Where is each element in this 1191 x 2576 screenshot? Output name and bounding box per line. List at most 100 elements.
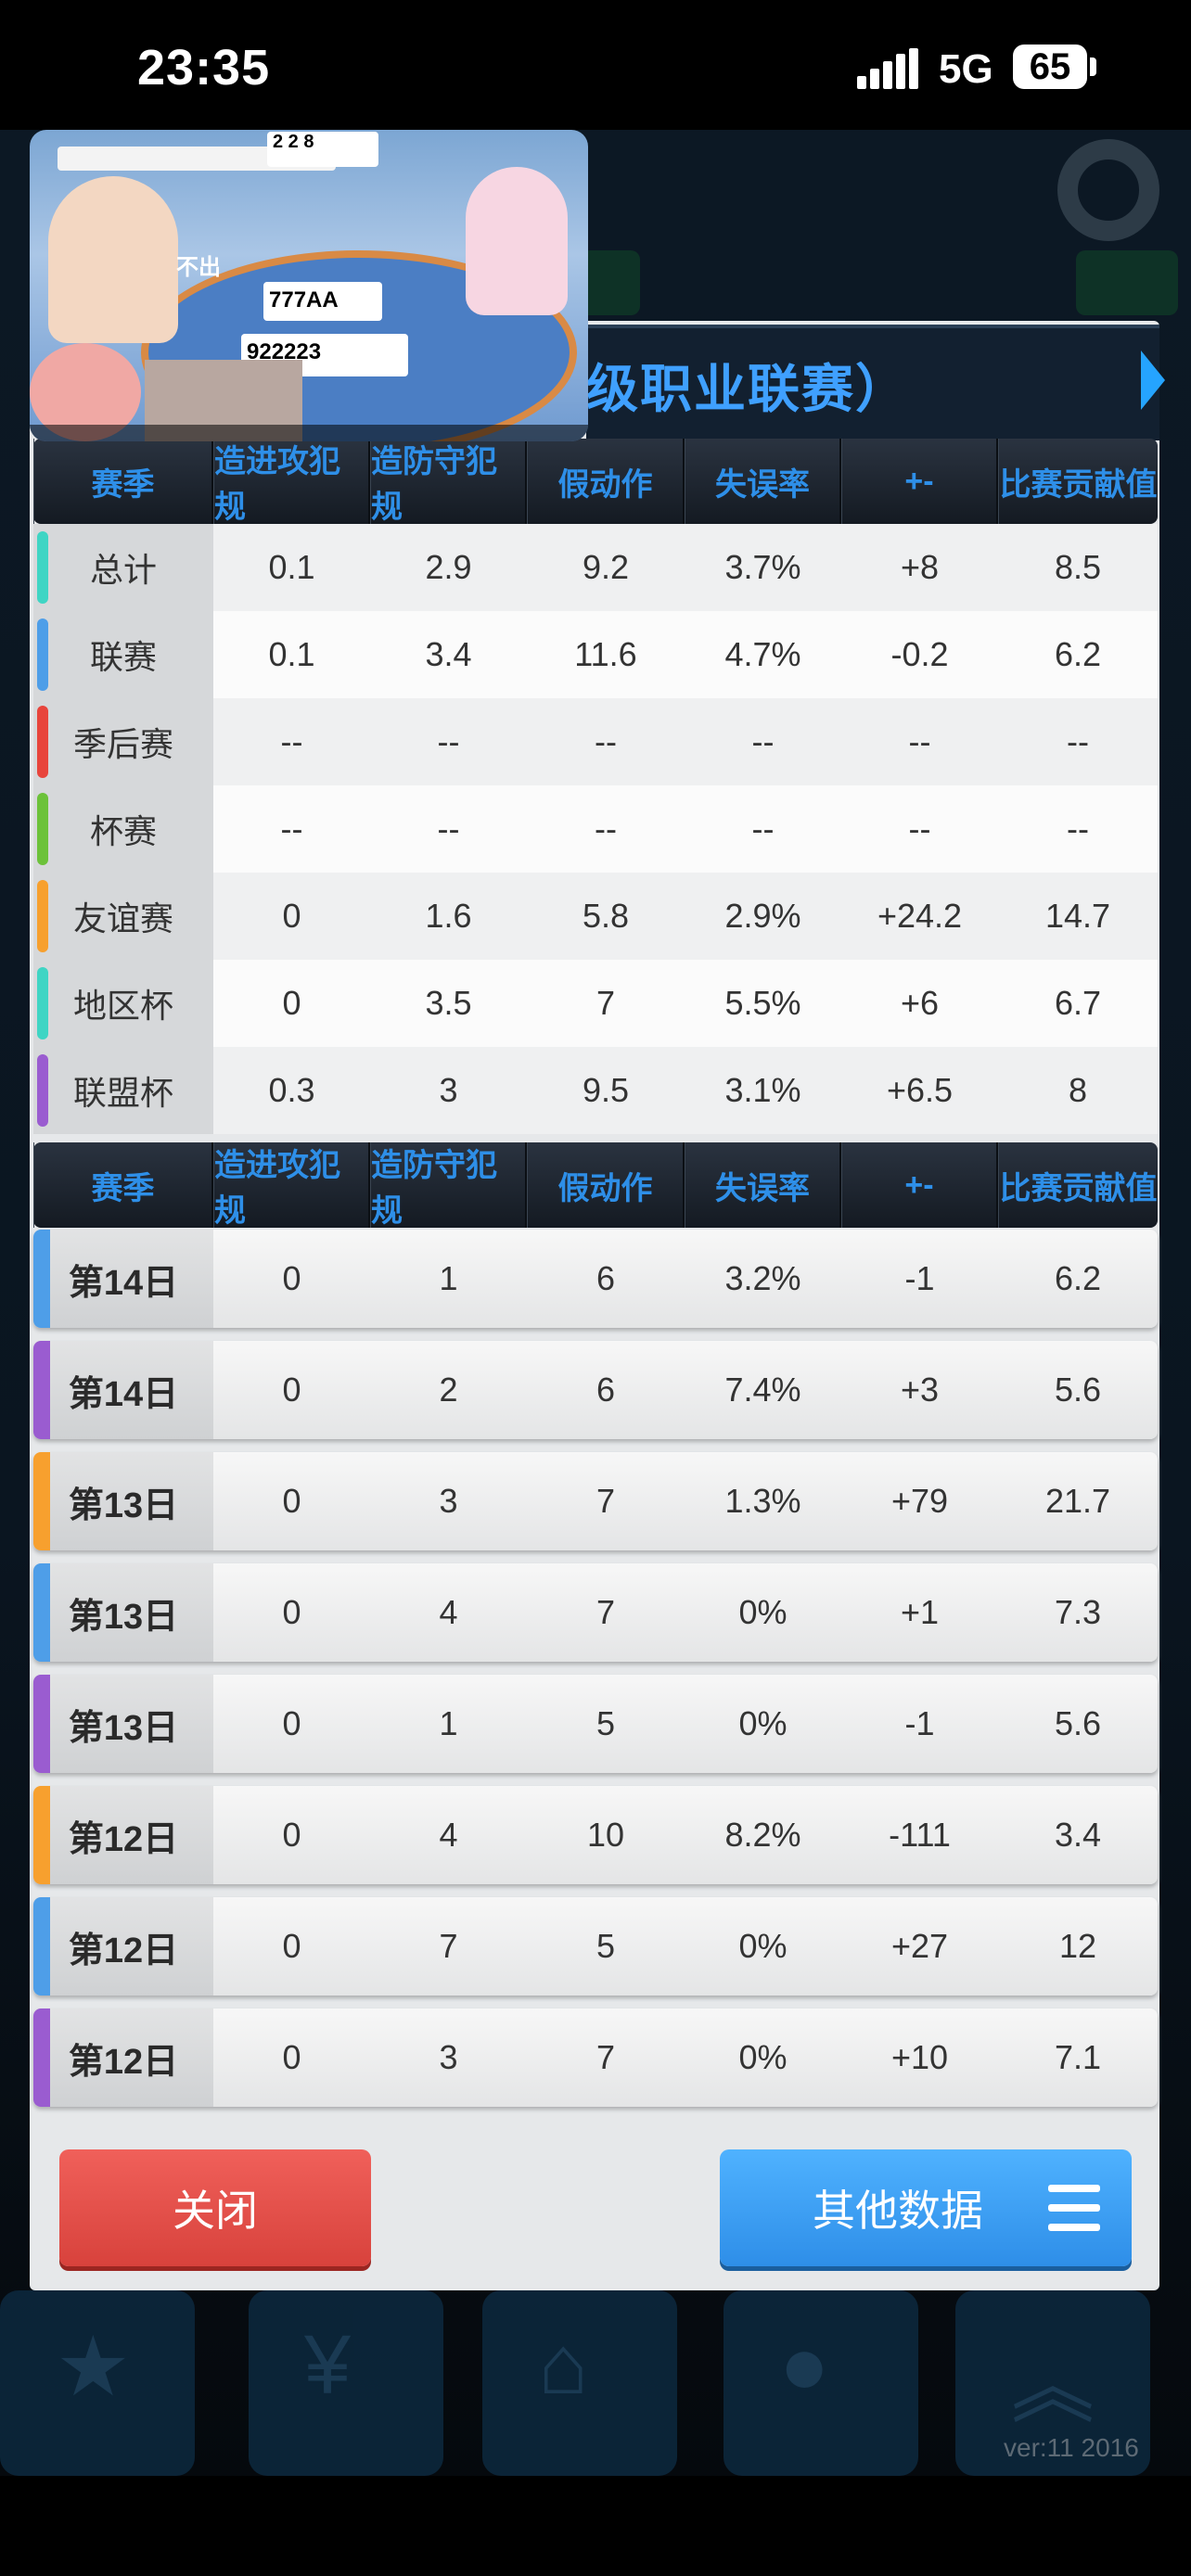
table-cell: 7: [439, 1927, 458, 1965]
table-cell: --: [841, 785, 998, 873]
category-color-bar: [33, 1230, 50, 1328]
row-label: 联盟杯: [33, 1047, 213, 1134]
table-cell: 0%: [738, 1593, 788, 1631]
games-table-header: 赛季 造进攻犯规 造防守犯规 假动作 失误率 +- 比赛贡献值: [33, 1142, 1158, 1229]
row-label-text: 联盟杯: [72, 1074, 173, 1112]
game-row[interactable]: 第12日 0 4 10 8.2% -111 3.4: [33, 1786, 1158, 1884]
table-cell: 4.7%: [685, 611, 841, 698]
table-cell: 5.5%: [685, 960, 841, 1047]
game-row[interactable]: 第13日 0 1 5 0% -1 5.6: [33, 1675, 1158, 1773]
column-header: 造进攻犯规: [213, 1142, 370, 1229]
table-cell: 3.4: [1054, 1816, 1102, 1854]
player-avatar-right: [466, 167, 568, 315]
category-color-bar: [37, 880, 48, 952]
summary-row: 友谊赛 0 1.6 5.8 2.9% +24.2 14.7: [33, 873, 1158, 960]
column-header: 假动作: [527, 1142, 685, 1228]
table-cell: 8.5: [998, 524, 1158, 611]
table-cell: 7: [527, 960, 685, 1047]
table-cell: 1.3%: [724, 1482, 801, 1520]
column-header: 比赛贡献值: [998, 439, 1158, 524]
table-cell: +24.2: [841, 873, 998, 960]
table-cell: 0.1: [213, 524, 370, 611]
table-cell: 6: [596, 1371, 616, 1409]
column-header: 失误率: [685, 439, 841, 524]
table-cell: 7: [596, 1593, 616, 1631]
table-cell: 2: [439, 1371, 458, 1409]
table-cell: 8.2%: [724, 1816, 801, 1854]
other-data-button[interactable]: 其他数据: [720, 2149, 1132, 2266]
table-cell: 10: [586, 1816, 625, 1854]
dealt-cards: 2 2 8: [267, 132, 378, 167]
row-label: 第13日: [33, 1675, 213, 1773]
table-cell: 9.2: [527, 524, 685, 611]
row-label: 第12日: [33, 1897, 213, 1996]
row-label: 杯赛: [33, 785, 213, 873]
row-label-text: 季后赛: [72, 725, 173, 763]
yen-icon: ¥: [249, 2290, 443, 2476]
category-color-bar: [33, 2009, 50, 2107]
game-row[interactable]: 第14日 0 2 6 7.4% +3 5.6: [33, 1341, 1158, 1439]
table-cell: 0: [282, 1816, 301, 1854]
table-cell: 0%: [738, 1927, 788, 1965]
cellular-signal-icon: [857, 48, 920, 89]
game-row[interactable]: 第12日 0 7 5 0% +27 12: [33, 1897, 1158, 1996]
column-header: +-: [841, 1142, 998, 1228]
category-color-bar: [37, 793, 48, 865]
table-cell: 0: [282, 1593, 301, 1631]
column-header: 失误率: [685, 1142, 841, 1228]
summary-row: 联盟杯 0.3 3 9.5 3.1% +6.5 8: [33, 1047, 1158, 1134]
table-cell: 3: [439, 1482, 458, 1520]
row-label: 地区杯: [33, 960, 213, 1047]
column-header: 造防守犯规: [370, 1142, 527, 1229]
ticker-bar: [30, 425, 588, 441]
row-label: 第12日: [33, 1786, 213, 1884]
battery-tip: [1090, 57, 1096, 76]
game-row[interactable]: 第14日 0 1 6 3.2% -1 6.2: [33, 1230, 1158, 1328]
video-overlay[interactable]: 2 2 8 不出 777AA 922223: [30, 130, 588, 441]
network-type: 5G: [939, 46, 993, 92]
row-label: 友谊赛: [33, 873, 213, 960]
table-cell: +1: [900, 1593, 940, 1631]
table-cell: 3: [370, 1047, 527, 1134]
next-arrow-icon[interactable]: [1141, 351, 1165, 410]
pass-label: 不出: [176, 255, 221, 280]
column-header: 造进攻犯规: [213, 439, 370, 525]
table-cell: -111: [889, 1816, 951, 1854]
close-button[interactable]: 关闭: [59, 2149, 371, 2266]
game-row[interactable]: 第13日 0 3 7 1.3% +79 21.7: [33, 1452, 1158, 1550]
table-cell: 7.1: [1054, 2038, 1102, 2076]
table-cell: 5.8: [527, 873, 685, 960]
game-row[interactable]: 第12日 0 3 7 0% +10 7.1: [33, 2009, 1158, 2107]
table-cell: 7.3: [1054, 1593, 1102, 1631]
table-cell: 5: [596, 1704, 616, 1742]
category-color-bar: [33, 1675, 50, 1773]
column-header: 赛季: [33, 439, 213, 524]
table-cell: 3.2%: [724, 1259, 801, 1297]
table-cell: --: [213, 785, 370, 873]
settings-gear-icon[interactable]: [1057, 139, 1159, 241]
table-cell: +6.5: [841, 1047, 998, 1134]
table-cell: 21.7: [1044, 1482, 1111, 1520]
summary-row: 地区杯 0 3.5 7 5.5% +6 6.7: [33, 960, 1158, 1047]
category-color-bar: [33, 1786, 50, 1884]
table-cell: 3.5: [370, 960, 527, 1047]
close-button-label: 关闭: [173, 2187, 258, 2235]
row-label-text: 第13日: [68, 1597, 179, 1637]
home-icon: ⌂: [482, 2290, 677, 2476]
table-cell: 2.9%: [685, 873, 841, 960]
other-data-button-label: 其他数据: [813, 2187, 983, 2235]
table-cell: +8: [841, 524, 998, 611]
row-label-text: 第13日: [68, 1486, 179, 1525]
category-color-bar: [37, 531, 48, 604]
table-cell: 14.7: [998, 873, 1158, 960]
table-cell: 12: [1058, 1927, 1097, 1965]
row-label-text: 联赛: [89, 638, 157, 676]
row-label-text: 第13日: [68, 1708, 179, 1748]
game-row[interactable]: 第13日 0 4 7 0% +1 7.3: [33, 1563, 1158, 1662]
table-cell: 7: [596, 2038, 616, 2076]
table-cell: +6: [841, 960, 998, 1047]
player-avatar-left: [48, 176, 178, 343]
table-cell: --: [998, 698, 1158, 785]
summary-table: 总计 0.1 2.9 9.2 3.7% +8 8.5 联赛 0.1 3.4 11.6 4.7% -0.2…: [33, 524, 1158, 1134]
table-cell: 0: [282, 1371, 301, 1409]
